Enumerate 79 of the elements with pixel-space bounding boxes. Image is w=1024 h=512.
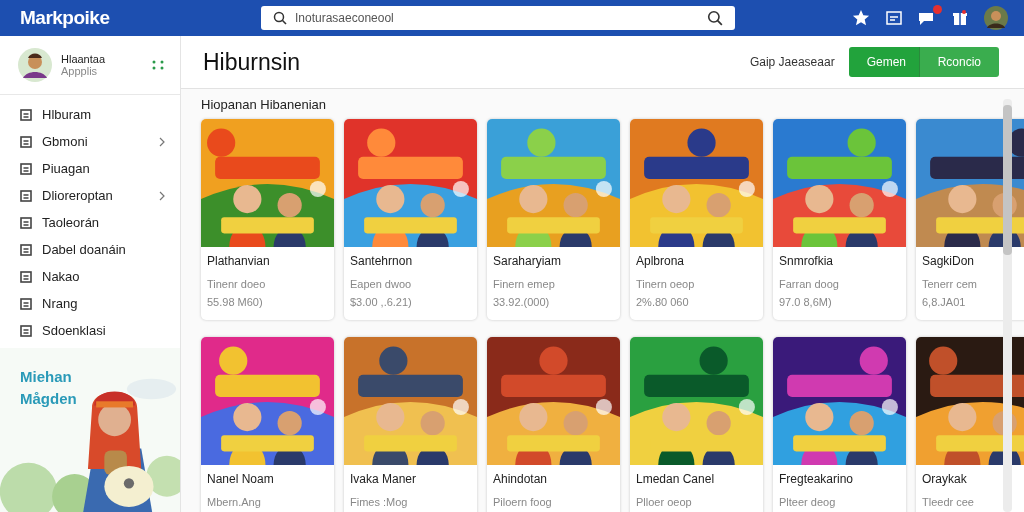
scrollbar[interactable] (1003, 99, 1012, 512)
game-card[interactable]: Ahindotan Piloern foog (487, 337, 620, 512)
game-card[interactable]: Ivaka Maner Fimes :Mog (344, 337, 477, 512)
game-subtitle: Mbern.Ang (206, 495, 262, 510)
game-subtitle: Plloer oeop (635, 495, 693, 510)
page-icon (20, 270, 32, 283)
sidebar-item[interactable]: Piuagan (20, 155, 166, 182)
sidebar-item[interactable]: Nakao (20, 263, 166, 290)
game-price: 33.92.(000) (492, 295, 551, 310)
game-title: Ahindotan (492, 471, 549, 488)
page-icon (20, 108, 32, 121)
search-icon[interactable] (707, 10, 723, 26)
game-title: Aplbrona (635, 253, 686, 270)
sidebar-item[interactable]: Nrang (20, 290, 166, 317)
game-card[interactable]: SagkiDon Tenerr cem 6,8.JA01 (916, 119, 1024, 320)
game-title: Saraharyiam (492, 253, 563, 270)
game-subtitle: Tinern oeop (635, 277, 696, 292)
avatar[interactable] (984, 6, 1008, 30)
game-subtitle: Fimes :Mog (349, 495, 409, 510)
profile-subtitle: Appplis (61, 65, 99, 77)
game-price: 55.98 M60) (206, 295, 264, 310)
sidebar-item[interactable]: Taoleorán (20, 209, 166, 236)
game-price: 97.0 8,6M) (778, 295, 833, 310)
game-title: Oraykak (921, 471, 968, 488)
page-icon (20, 324, 32, 337)
page-title: Hiburnsin (203, 48, 302, 76)
game-price: $3.00 ,.6.21) (349, 295, 413, 310)
search-field[interactable]: Inoturasaeconeool (261, 6, 735, 30)
page-icon (20, 189, 32, 202)
search-input[interactable]: Inoturasaeconeool (293, 10, 701, 26)
game-subtitle: Farran doog (778, 277, 840, 292)
game-title: Lmedan Canel (635, 471, 716, 488)
game-title: Nanel Noam (206, 471, 275, 488)
star-icon[interactable] (852, 9, 870, 27)
game-title: Snmrofkia (778, 253, 835, 270)
page-icon (20, 216, 32, 229)
game-subtitle: Plteer deog (778, 495, 837, 510)
game-subtitle: Tleedr cee (921, 495, 975, 510)
sidebar-item[interactable]: Dlioreroptan (20, 182, 166, 209)
game-card[interactable]: Nanel Noam Mbern.Ang (201, 337, 334, 512)
avatar (18, 48, 52, 82)
window-icon[interactable] (886, 11, 902, 25)
page-icon (20, 162, 32, 175)
game-subtitle: Tinenr doeo (206, 277, 267, 292)
game-price: 2%.80 060 (635, 295, 690, 310)
sidebar-item[interactable]: Gbmoni (20, 128, 166, 155)
game-subtitle: Tenerr cem (921, 277, 979, 292)
game-card[interactable]: Santehrnon Eapen dwoo $3.00 ,.6.21) (344, 119, 477, 320)
page-icon (20, 297, 32, 310)
game-title: Ivaka Maner (349, 471, 418, 488)
search-icon (273, 11, 287, 25)
sidebar-item[interactable]: Sdoenklasi (20, 317, 166, 344)
game-price: 6,8.JA01 (921, 295, 967, 310)
game-card[interactable]: Snmrofkia Farran doog 97.0 8,6M) (773, 119, 906, 320)
dots-icon[interactable] (152, 60, 164, 70)
promo-title: Miehan Mågden (20, 367, 78, 409)
game-card[interactable]: Aplbrona Tinern oeop 2%.80 060 (630, 119, 763, 320)
game-title: Fregteakarino (778, 471, 855, 488)
game-subtitle: Finern emep (492, 277, 556, 292)
gift-icon[interactable] (952, 10, 968, 26)
chat-icon[interactable] (918, 10, 936, 26)
logo[interactable]: Markpoike (20, 7, 240, 29)
page-icon (20, 243, 32, 256)
sidebar-item[interactable]: Hlburam (20, 101, 166, 128)
game-title: Santehrnon (349, 253, 414, 270)
game-subtitle: Eapen dwoo (349, 277, 413, 292)
sidebar-item[interactable]: Dabel doanáin (20, 236, 166, 263)
game-card[interactable]: Plathanvian Tinenr doeo 55.98 M60) (201, 119, 334, 320)
game-title: Plathanvian (206, 253, 271, 270)
profile-name: Hlaantaa (61, 53, 107, 65)
filter-link[interactable]: Gaip Jaeaseaar (749, 55, 835, 69)
game-title: SagkiDon (921, 253, 976, 270)
section-title: Hiopanan Hibanenian (201, 97, 328, 112)
page-icon (20, 135, 32, 148)
game-card[interactable]: Saraharyiam Finern emep 33.92.(000) (487, 119, 620, 320)
game-card[interactable]: Oraykak Tleedr cee (916, 337, 1024, 512)
game-card[interactable]: Lmedan Canel Plloer oeop (630, 337, 763, 512)
game-subtitle: Piloern foog (492, 495, 553, 510)
game-card[interactable]: Fregteakarino Plteer deog (773, 337, 906, 512)
